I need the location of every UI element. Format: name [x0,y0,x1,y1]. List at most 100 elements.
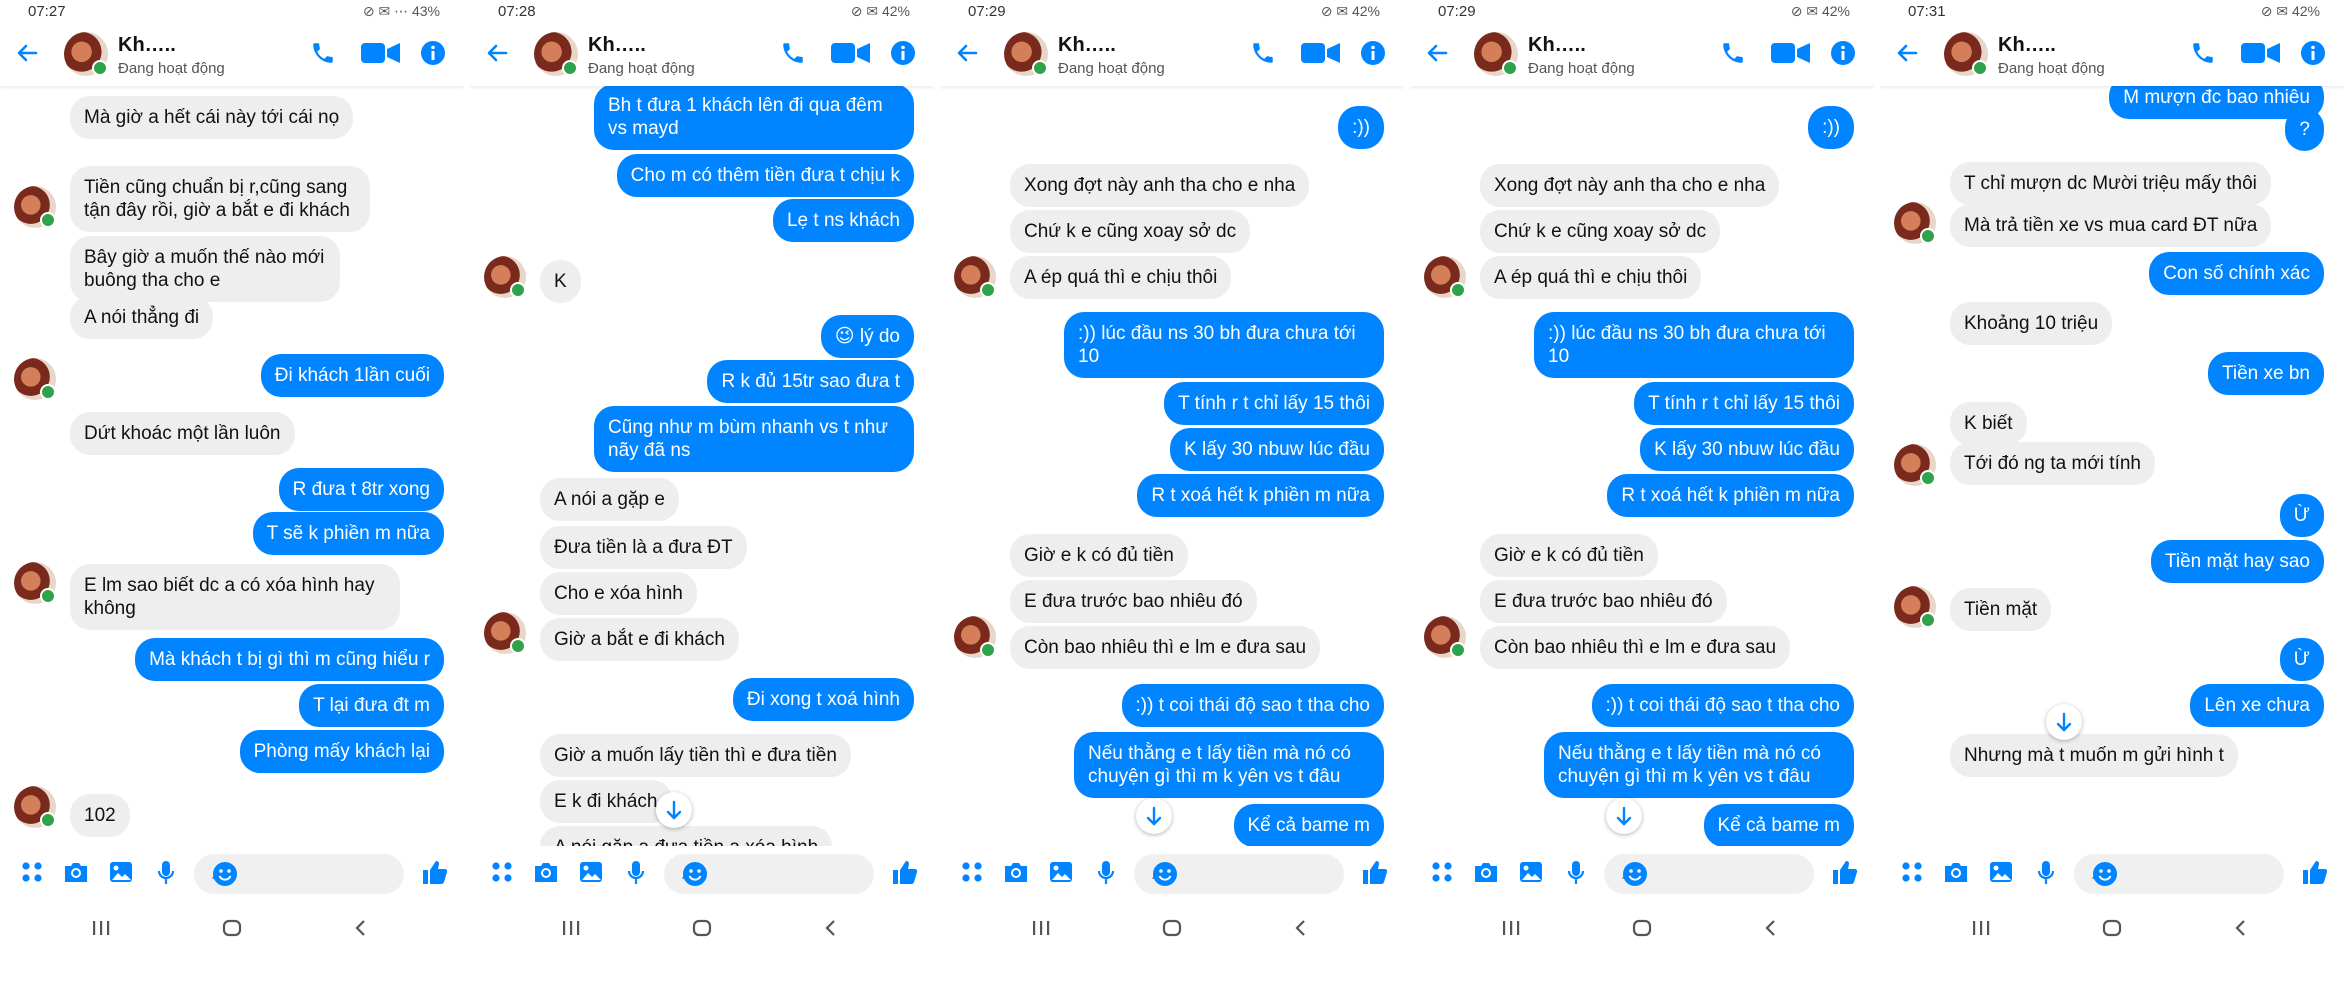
received-message-bubble[interactable]: Còn bao nhiêu thì e lm e đưa sau [1010,626,1321,669]
received-message-bubble[interactable]: A nói a gặp e [540,478,679,521]
like-icon[interactable] [420,858,448,891]
message-input[interactable]: Aa [2074,854,2284,894]
info-icon[interactable] [890,40,916,71]
message-input[interactable]: Aa [1604,854,1814,894]
more-actions-icon[interactable] [490,860,514,889]
sender-avatar[interactable] [14,358,56,400]
home-icon[interactable] [1631,918,1653,944]
system-back-icon[interactable] [350,918,372,944]
emoji-icon[interactable] [212,861,394,893]
received-message-bubble[interactable]: Còn bao nhiêu thì e lm e đưa sau [1480,626,1791,669]
message-list[interactable]: :)) Xong đợt này anh tha cho e nha Chứ k e… [940,86,1404,846]
phone-icon[interactable] [1250,40,1276,71]
sent-message-bubble[interactable]: T tính r t chỉ lấy 15 thôi [1634,382,1854,425]
recent-apps-icon[interactable] [560,918,582,944]
camera-icon[interactable] [62,860,90,889]
message-input[interactable]: Aa [664,854,874,894]
microphone-icon[interactable] [1566,860,1586,891]
received-message-bubble[interactable]: A nói gặp a đưa tiền a xóa hình [540,826,833,846]
back-arrow-icon[interactable] [16,42,38,64]
received-message-bubble[interactable]: K biết [1950,402,2027,445]
info-icon[interactable] [2300,40,2326,71]
received-message-bubble[interactable]: Giờ e k có đủ tiền [1010,534,1188,577]
received-message-bubble[interactable]: Cho e xóa hình [540,572,697,615]
message-input[interactable]: Aa [1134,854,1344,894]
info-icon[interactable] [1360,40,1386,71]
sender-avatar[interactable] [1894,586,1936,628]
received-message-bubble[interactable]: Xong đợt này anh tha cho e nha [1010,164,1310,207]
sent-message-bubble[interactable]: :)) t coi thái độ sao t tha cho [1591,684,1854,727]
back-arrow-icon[interactable] [1896,42,1918,64]
received-message-bubble[interactable]: Chứ k e cũng xoay sở dc [1010,210,1251,253]
recent-apps-icon[interactable] [1030,918,1052,944]
contact-avatar[interactable] [1474,32,1518,76]
system-back-icon[interactable] [820,918,842,944]
sent-message-bubble[interactable]: Ừ [2279,494,2324,537]
sent-message-bubble[interactable]: Nếu thằng e t lấy tiền mà nó có chuyện g… [1544,732,1854,798]
received-message-bubble[interactable]: E k đi khách [540,780,672,823]
received-message-bubble[interactable]: Đưa tiền là a đưa ĐT [540,526,747,569]
like-icon[interactable] [890,858,918,891]
video-call-icon[interactable] [830,40,872,71]
sender-avatar[interactable] [1424,256,1466,298]
sender-avatar[interactable] [1424,616,1466,658]
sender-avatar[interactable] [14,186,56,228]
received-message-bubble[interactable]: E đưa trước bao nhiêu đó [1480,580,1727,623]
contact-avatar[interactable] [64,32,108,76]
received-message-bubble[interactable]: Giờ a muốn lấy tiền thì e đưa tiền [540,734,851,777]
sent-message-bubble[interactable]: R t xoá hết k phiền m nữa [1607,474,1854,517]
received-message-bubble[interactable]: K [540,260,581,303]
sent-message-bubble[interactable]: Con số chính xác [2149,252,2324,295]
camera-icon[interactable] [1942,860,1970,889]
received-message-bubble[interactable]: Tiền cũng chuẩn bị r,cũng sang tận đây r… [70,166,370,232]
more-actions-icon[interactable] [960,860,984,889]
video-call-icon[interactable] [2240,40,2282,71]
sent-message-bubble[interactable]: Kể cả bame m [1703,804,1854,846]
gallery-icon[interactable] [1988,860,2014,889]
received-message-bubble[interactable]: A ép quá thì e chịu thôi [1010,256,1232,299]
sent-message-bubble[interactable]: Cho m có thêm tiền đưa t chịu k [616,154,914,197]
contact-name[interactable]: Kh….. [1528,34,1586,57]
like-icon[interactable] [1830,858,1858,891]
emoji-icon[interactable] [1152,861,1334,893]
contact-name[interactable]: Kh….. [588,34,646,57]
sent-message-bubble[interactable]: K lấy 30 nbuw lúc đầu [1640,428,1854,471]
sent-message-bubble[interactable]: :)) [1338,106,1384,149]
sent-message-bubble[interactable]: T tính r t chỉ lấy 15 thôi [1164,382,1384,425]
home-icon[interactable] [221,918,243,944]
home-icon[interactable] [1161,918,1183,944]
video-call-icon[interactable] [1300,40,1342,71]
like-icon[interactable] [2300,858,2328,891]
gallery-icon[interactable] [1048,860,1074,889]
received-message-bubble[interactable]: Giờ a bắt e đi khách [540,618,739,661]
contact-avatar[interactable] [534,32,578,76]
received-message-bubble[interactable]: E đưa trước bao nhiêu đó [1010,580,1257,623]
sent-message-bubble[interactable]: R đưa t 8tr xong [278,468,444,511]
received-message-bubble[interactable]: Nhưng mà t muốn m gửi hình t [1950,734,2238,777]
info-icon[interactable] [1830,40,1856,71]
microphone-icon[interactable] [626,860,646,891]
received-message-bubble[interactable]: Tới đó ng ta mới tính [1950,442,2155,485]
more-actions-icon[interactable] [1430,860,1454,889]
emoji-icon[interactable] [1622,861,1804,893]
received-message-bubble[interactable]: Chứ k e cũng xoay sở dc [1480,210,1721,253]
contact-name[interactable]: Kh….. [1058,34,1116,57]
camera-icon[interactable] [1002,860,1030,889]
info-icon[interactable] [420,40,446,71]
sent-message-bubble[interactable]: T lại đưa đt m [299,684,444,727]
back-arrow-icon[interactable] [956,42,978,64]
scroll-to-bottom-button[interactable] [1136,798,1172,834]
sender-avatar[interactable] [14,786,56,828]
microphone-icon[interactable] [156,860,176,891]
sent-message-bubble[interactable]: :)) t coi thái độ sao t tha cho [1121,684,1384,727]
scroll-to-bottom-button[interactable] [1606,798,1642,834]
message-list[interactable]: M mượn đc bao nhiêu? T chỉ mượn dc Mười t… [1880,86,2344,846]
sender-avatar[interactable] [1894,444,1936,486]
emoji-icon[interactable] [682,861,864,893]
phone-icon[interactable] [1720,40,1746,71]
more-actions-icon[interactable] [20,860,44,889]
sent-message-bubble[interactable]: Bh t đưa 1 khách lên đi qua đêm vs mayd [594,86,914,150]
phone-icon[interactable] [310,40,336,71]
sender-avatar[interactable] [954,616,996,658]
message-list[interactable]: Mà giờ a hết cái này tới cái nọ Tiền cũng… [0,86,464,846]
